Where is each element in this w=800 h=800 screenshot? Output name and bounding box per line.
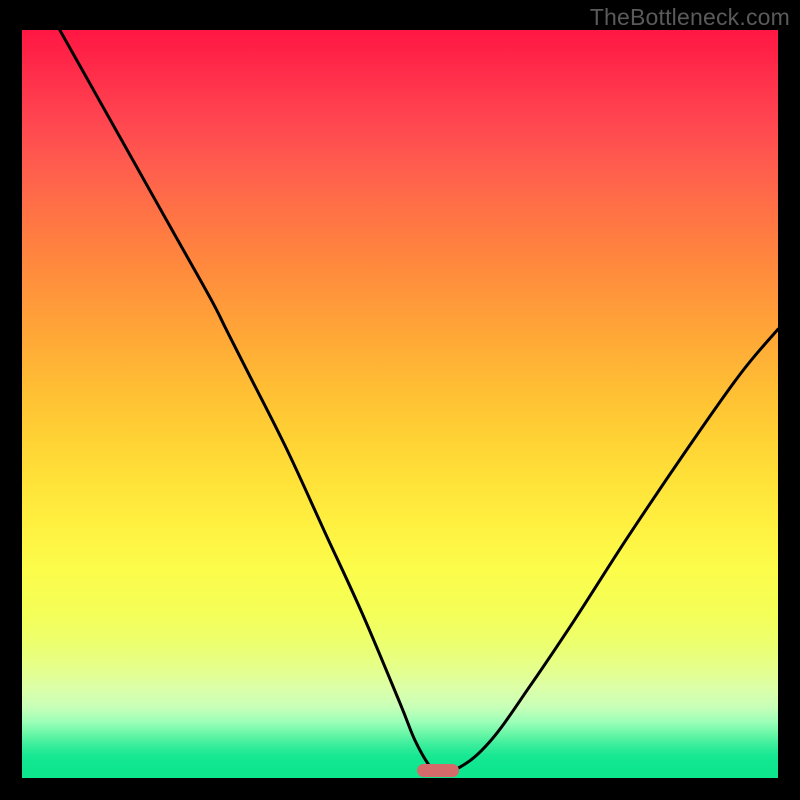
bottleneck-curve (60, 30, 778, 771)
chart-frame: TheBottleneck.com (0, 0, 800, 800)
curve-layer (22, 30, 778, 778)
plot-area (22, 30, 778, 778)
watermark-text: TheBottleneck.com (590, 4, 790, 31)
optimal-marker (417, 764, 459, 777)
